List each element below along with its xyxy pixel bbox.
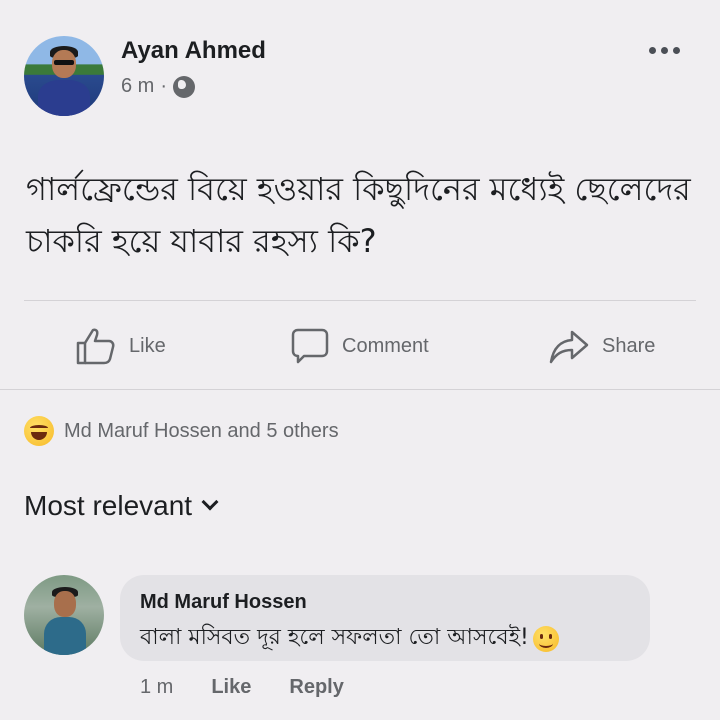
comment-like-button[interactable]: Like: [211, 676, 251, 699]
comment-reply-button[interactable]: Reply: [289, 676, 343, 699]
commenter-avatar[interactable]: [24, 575, 104, 655]
post-text: গার্লফ্রেন্ডের বিয়ে হওয়ার কিছুদিনের মধ…: [26, 170, 691, 260]
smile-emoji-icon: [532, 625, 559, 652]
share-button[interactable]: Share: [548, 326, 655, 366]
avatar-sunglasses: [54, 60, 74, 65]
thumbs-up-icon: [76, 328, 115, 365]
share-label: Share: [602, 334, 656, 357]
avatar-body: [44, 617, 86, 655]
chevron-down-icon: [201, 493, 219, 511]
divider: [0, 389, 720, 390]
author-avatar[interactable]: [24, 36, 104, 116]
meta-separator: ·: [160, 75, 168, 97]
post-meta: 6 m ·: [121, 75, 196, 98]
comment-actions: 1 m Like Reply: [140, 676, 344, 699]
avatar-body: [38, 80, 90, 116]
comment-time[interactable]: 1 m: [140, 676, 173, 699]
reactions-text: Md Maruf Hossen and 5 others: [64, 419, 339, 442]
commenter-name[interactable]: Md Maruf Hossen: [140, 591, 307, 614]
comment-button[interactable]: Comment: [290, 326, 429, 366]
reactions-summary[interactable]: Md Maruf Hossen and 5 others: [24, 416, 339, 446]
comment-body: বালা মসিবত দূর হলে সফলতা তো আসবেই!: [140, 625, 529, 650]
like-button[interactable]: Like: [75, 326, 166, 366]
comment-sort-dropdown[interactable]: Most relevant: [24, 490, 219, 522]
more-options-button[interactable]: [649, 40, 685, 60]
like-label: Like: [129, 334, 166, 357]
post-author-name[interactable]: Ayan Ahmed: [121, 37, 266, 65]
avatar-face: [54, 591, 76, 617]
comment-icon: [291, 328, 329, 364]
more-dot: [649, 46, 656, 54]
share-arrow-icon: [549, 330, 589, 364]
more-dot: [661, 46, 668, 54]
divider: [24, 300, 696, 301]
sort-label: Most relevant: [24, 490, 193, 521]
post-time[interactable]: 6 m: [121, 75, 154, 98]
more-dot: [673, 46, 680, 54]
comment-text: বালা মসিবত দূর হলে সফলতা তো আসবেই!: [140, 620, 559, 657]
haha-emoji-icon: [24, 416, 54, 446]
comment-label: Comment: [342, 334, 429, 357]
globe-icon: [173, 75, 196, 98]
